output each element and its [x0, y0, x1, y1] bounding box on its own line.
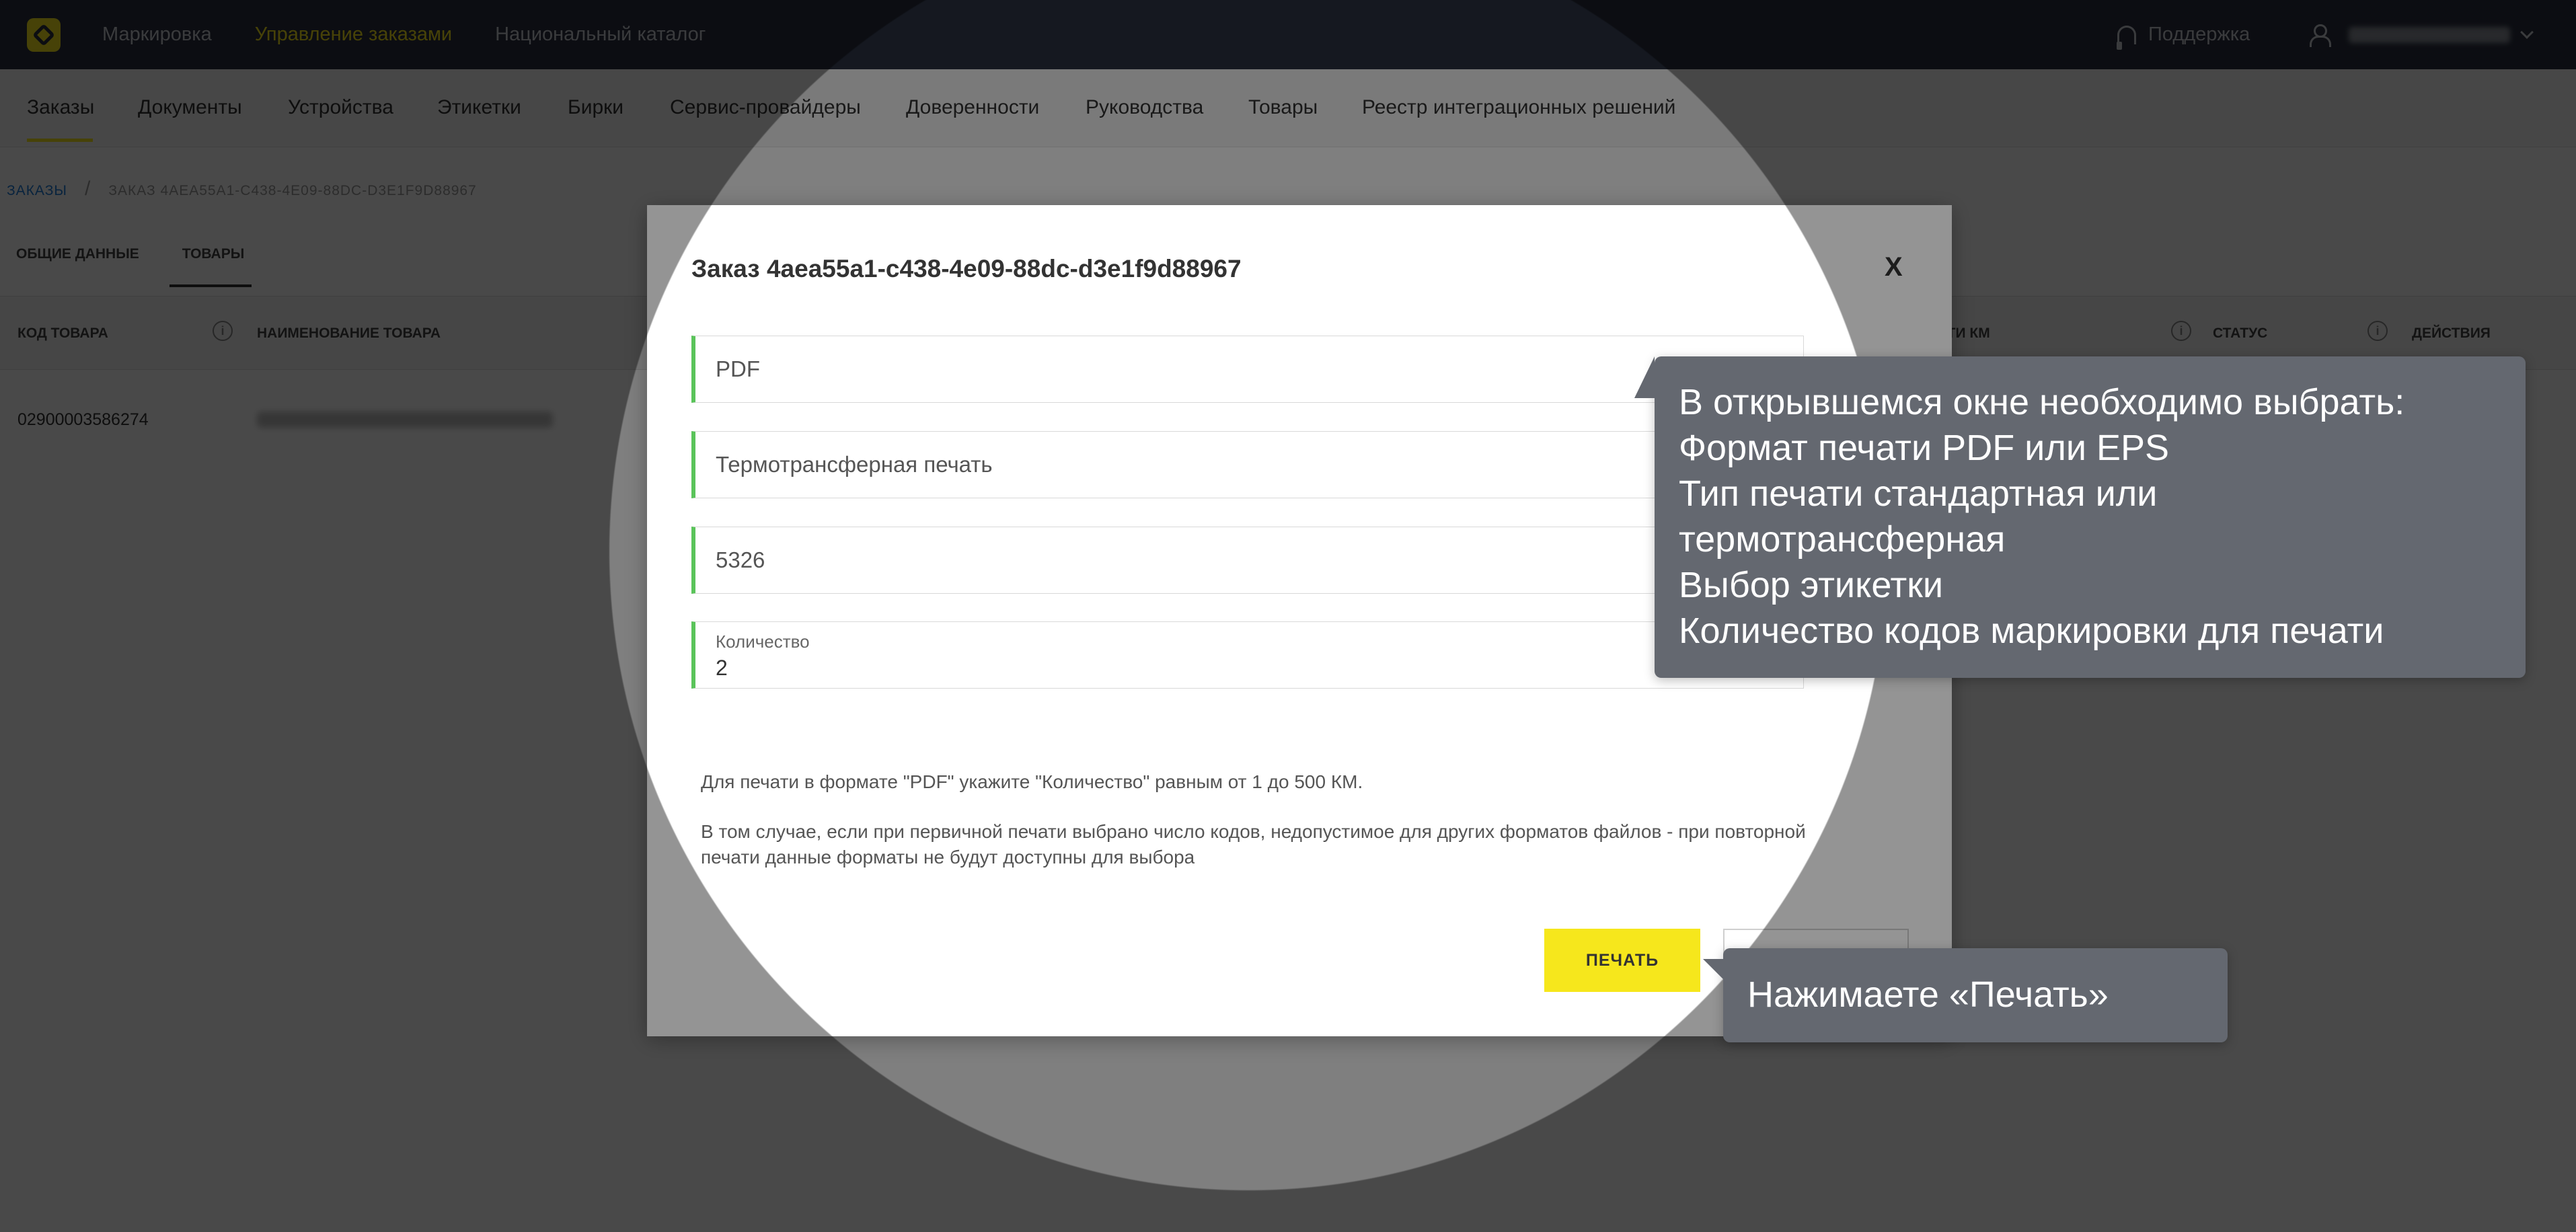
tooltip-line: Формат печати PDF или EPS — [1679, 428, 2170, 468]
print-tooltip-text: Нажимаете «Печать» — [1747, 974, 2109, 1015]
tooltip-line: В открывшемся окне необходимо выбрать: — [1679, 382, 2405, 422]
tooltip-line: Выбор этикетки — [1679, 565, 1944, 605]
tooltip-line: Количество кодов маркировки для печати — [1679, 611, 2384, 651]
instruction-tooltip: В открывшемся окне необходимо выбрать: Ф… — [1634, 356, 2526, 678]
tooltip-line: Тип печати стандартная или — [1679, 473, 2158, 514]
print-tooltip: Нажимаете «Печать» — [1703, 948, 2228, 1042]
tooltip-line: термотрансферная — [1679, 519, 2006, 560]
